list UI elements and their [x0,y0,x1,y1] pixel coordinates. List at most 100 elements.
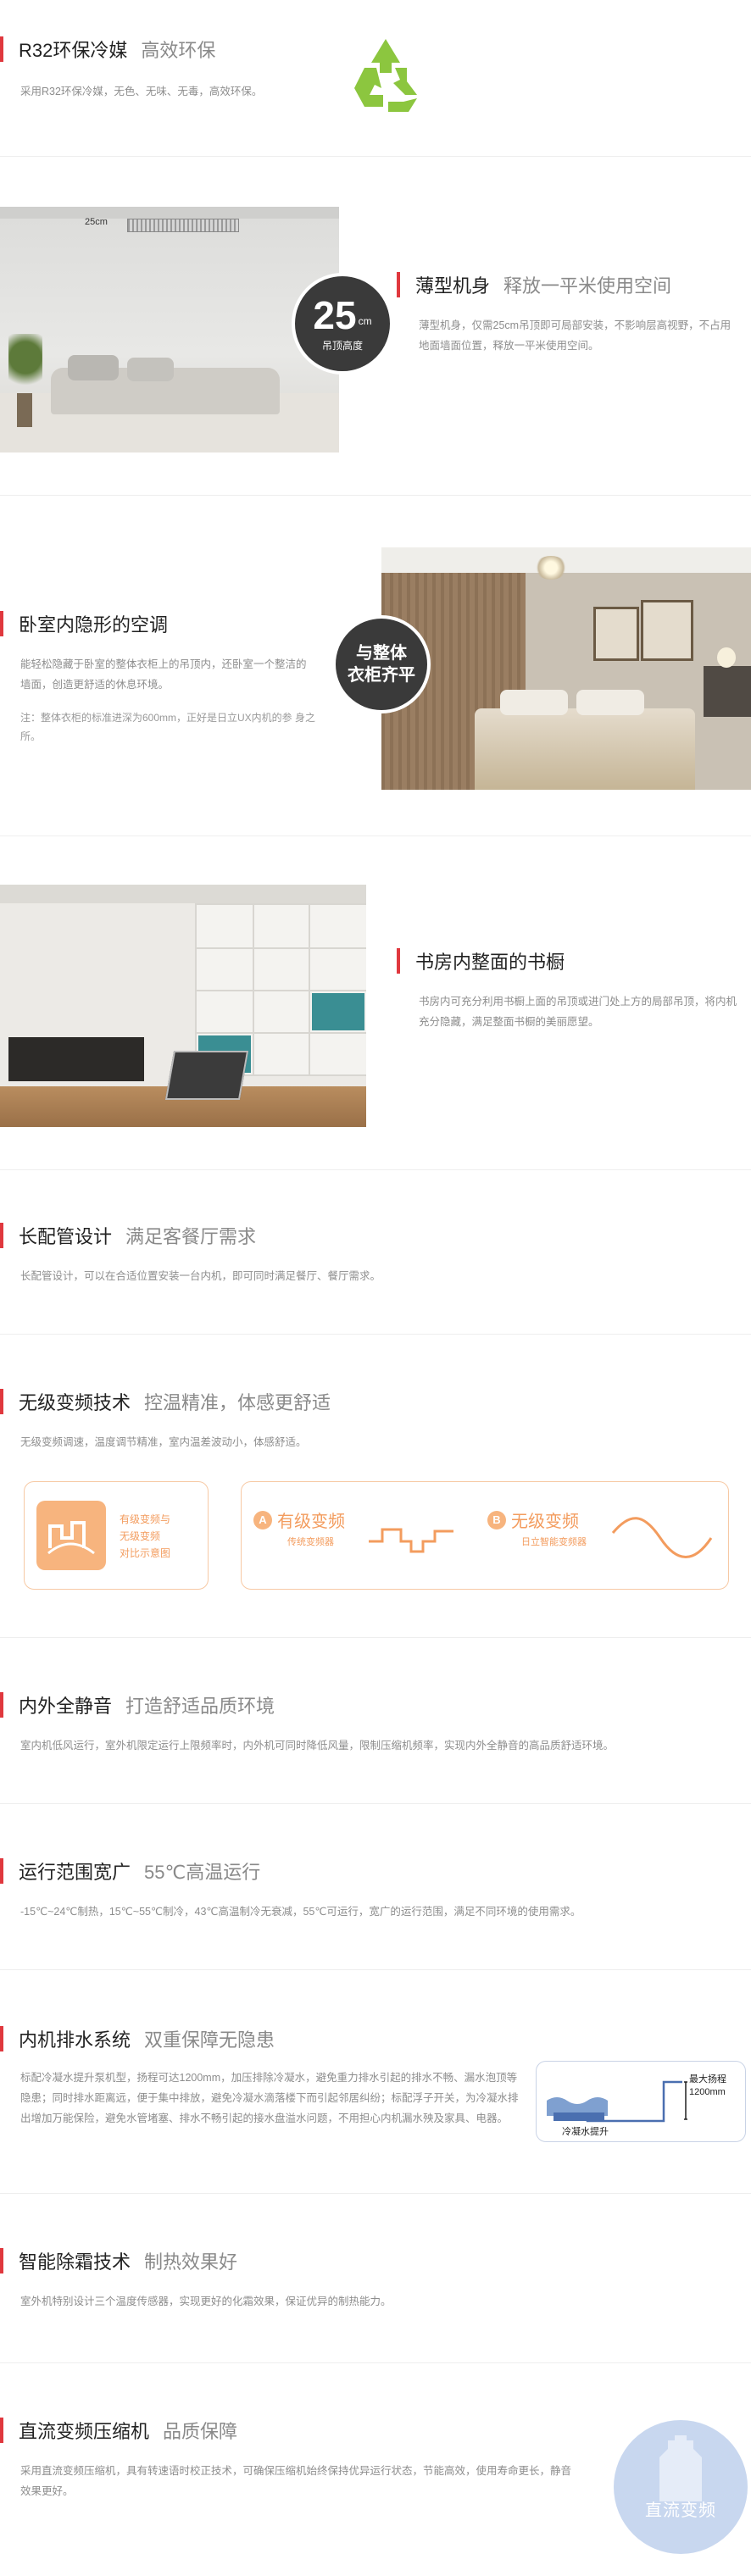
divider [0,495,751,496]
accent-bar [0,36,3,62]
inverter-title: 无级变频技术 [19,1392,131,1413]
accent-bar [0,1389,3,1414]
study-desc: 书房内可充分利用书橱上面的吊顶或进门处上方的局部吊顶，将内机充分隐藏，满足整面书… [419,996,737,1028]
pump-label: 冷凝水提升 [562,2127,609,2137]
study-title: 书房内整面的书橱 [415,952,565,973]
drain-title: 内机排水系统 [19,2029,131,2051]
max-lift-value: 1200mm [689,2087,726,2097]
accent-bar [0,1692,3,1718]
silent-title: 内外全静音 [19,1696,113,1717]
study-heading: 书房内整面的书橱 [397,947,565,974]
ac-grille [127,219,239,232]
inverter-heading: 无级变频技术 控温精准，体感更舒适 [0,1388,331,1415]
smooth-wave-icon [611,1517,713,1558]
divider [0,1969,751,1970]
slim-heading: 薄型机身 释放一平米使用空间 [397,271,671,298]
b-subtitle: 日立智能变频器 [521,1537,587,1547]
eco-title: R32环保冷媒 [19,40,128,61]
a-title: 有级变频 [277,1513,345,1531]
plant [0,334,51,427]
range-heading: 运行范围宽广 55℃高温运行 [0,1857,260,1885]
bedroom-heading: 卧室内隐形的空调 [0,610,168,637]
eco-subtitle: 高效环保 [141,40,216,61]
a-marker: A [253,1510,272,1530]
slim-subtitle: 释放一平米使用空间 [503,275,672,297]
compressor-desc: 采用直流变频压缩机，具有转速语时校正技术，可确保压缩机始终保持优异运行状态，节能… [20,2465,572,2497]
pipe-title: 长配管设计 [19,1226,113,1247]
wardrobe-badge: 与整体 衣柜齐平 [332,615,431,713]
bedroom-photo [381,547,751,790]
divider [0,1334,751,1335]
accent-bar [0,1858,3,1884]
ceiling-light [534,556,568,580]
badge-caption: 吊顶高度 [321,339,363,352]
dimension-label: 25cm [85,217,108,227]
range-subtitle: 55℃高温运行 [144,1862,261,1883]
slim-desc: 薄型机身，仅需25cm吊顶即可局部安装，不影响层高视野，不占用地面墙面位置，释放… [419,319,732,352]
accent-bar [0,611,3,636]
pipe-subtitle: 满足客餐厅需求 [125,1226,257,1247]
drain-diagram: 最大扬程 1200mm 冷凝水提升 [536,2061,746,2142]
defrost-title: 智能除霜技术 [19,2251,131,2273]
divider [0,1637,751,1638]
eco-heading: R32环保冷媒 高效环保 [0,36,215,63]
accent-bar [0,2418,3,2443]
divider [0,2193,751,2194]
drain-subtitle: 双重保障无隐患 [144,2029,275,2051]
divider [0,1803,751,1804]
recycle-icon [339,29,432,122]
legend-line-2: 无级变频 [120,1530,161,1542]
dc-inverter-badge: 直流变频 [614,2420,748,2554]
badge-label: 直流变频 [645,2501,716,2520]
bedroom-desc: 能轻松隐藏于卧室的整体衣柜上的吊顶内，还卧室一个整洁的墙面，创造更舒适的休息环境… [20,658,307,691]
eco-desc: 采用R32环保冷媒，无色、无味、无毒，高效环保。 [20,86,263,97]
defrost-heading: 智能除霜技术 制热效果好 [0,2247,237,2274]
inverter-desc: 无级变频调速，温度调节精准，室内温差波动小，体感舒适。 [20,1436,307,1448]
range-desc: -15℃~24℃制热，15℃~55℃制冷，43℃高温制冷无衰减，55℃可运行，宽… [20,1906,581,1918]
accent-bar [0,2026,3,2051]
defrost-desc: 室外机特别设计三个温度传感器，实现更好的化霜效果，保证优异的制热能力。 [20,2296,392,2307]
accent-bar [0,2248,3,2273]
drain-heading: 内机排水系统 双重保障无隐患 [0,2025,275,2052]
badge-unit: cm [358,314,372,327]
a-subtitle: 传统变频器 [287,1537,334,1547]
height-badge: 25 cm 吊顶高度 [292,273,393,375]
legend-line-1: 有级变频与 [120,1513,171,1525]
compressor-title: 直流变频压缩机 [19,2421,150,2442]
b-title: 无级变频 [511,1513,579,1531]
drain-desc: 标配冷凝水提升泵机型，扬程可达1200mm，加压排除冷凝水，避免重力排水引起的排… [20,2072,519,2124]
accent-bar [397,272,400,297]
living-room-photo: 25cm [0,207,339,452]
defrost-subtitle: 制热效果好 [144,2251,238,2273]
step-wave-icon [369,1528,453,1553]
bedroom-note: 注：整体衣柜的标准进深为600mm，正好是日立UX内机的参 身之所。 [20,712,316,742]
study-photo [0,885,366,1127]
wave-compare-icon [36,1501,106,1570]
silent-heading: 内外全静音 打造舒适品质环境 [0,1691,275,1718]
accent-bar [0,1223,3,1248]
divider [0,2362,751,2363]
compressor-subtitle: 品质保障 [163,2421,238,2442]
range-title: 运行范围宽广 [19,1862,131,1883]
slim-title: 薄型机身 [415,275,491,297]
bed [475,708,695,790]
divider [0,1169,751,1170]
inverter-compare-card: A 有级变频 传统变频器 B 无级变频 日立智能变频器 [241,1481,729,1590]
inverter-legend-card: 有级变频与 无级变频 对比示意图 [24,1481,209,1590]
silent-desc: 室内机低风运行，室外机限定运行上限频率时，内外机可同时降低风量，限制压缩机频率，… [20,1740,615,1752]
compressor-heading: 直流变频压缩机 品质保障 [0,2417,237,2444]
max-lift-label: 最大扬程 [689,2074,726,2085]
legend-line-3: 对比示意图 [120,1547,171,1559]
wall-art [593,607,639,661]
silent-subtitle: 打造舒适品质环境 [125,1696,275,1717]
bedroom-title: 卧室内隐形的空调 [19,614,169,636]
inverter-subtitle: 控温精准，体感更舒适 [144,1392,331,1413]
accent-bar [397,948,400,974]
pipe-heading: 长配管设计 满足客餐厅需求 [0,1222,256,1249]
b-marker: B [487,1510,506,1530]
divider [0,156,751,157]
laptop [164,1051,249,1100]
pipe-desc: 长配管设计，可以在合适位置安装一台内机，即可同时满足餐厅、餐厅需求。 [20,1270,381,1282]
badge-line-2: 衣柜齐平 [348,666,415,685]
badge-value: 25 [313,292,357,337]
